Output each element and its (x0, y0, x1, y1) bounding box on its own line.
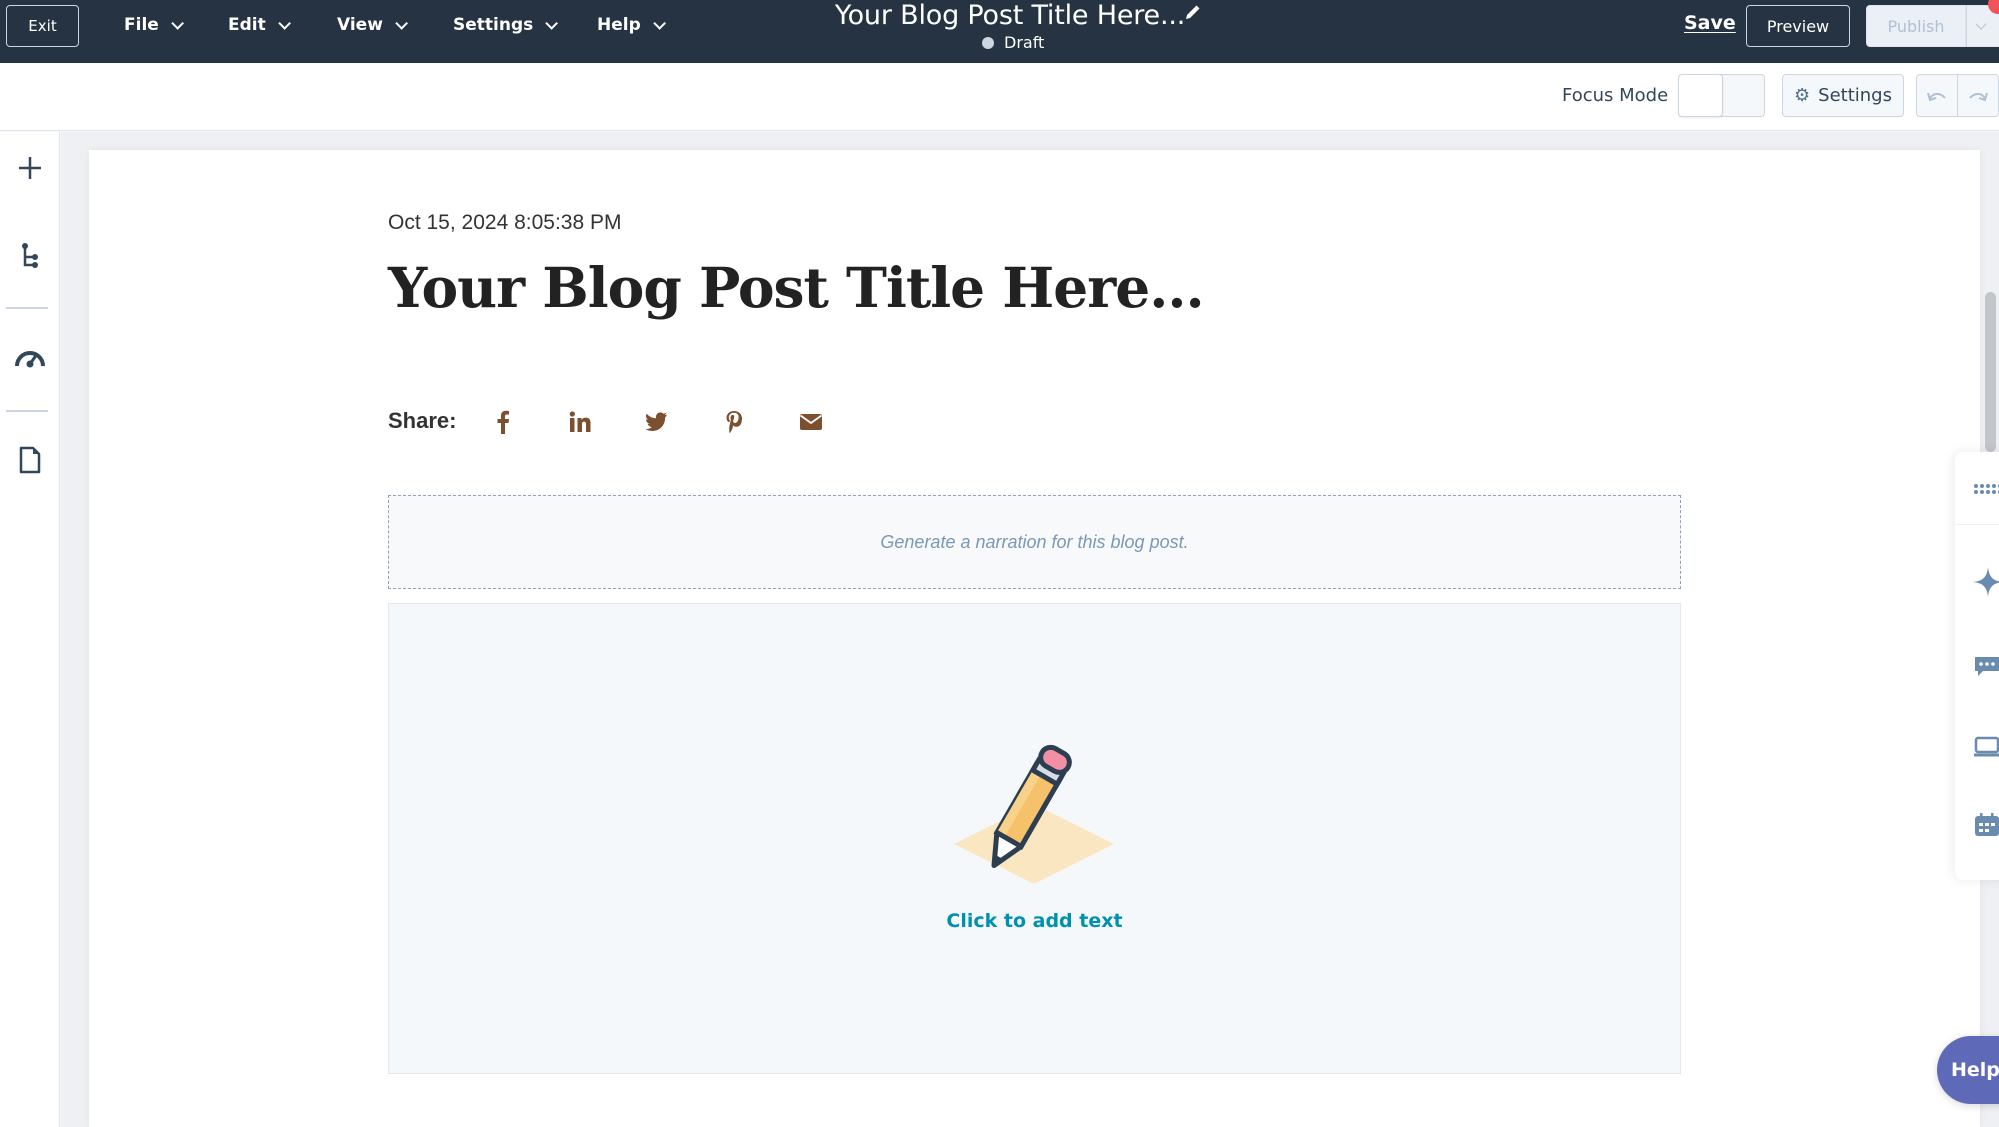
contents-tree-button[interactable] (10, 235, 50, 275)
tree-icon (22, 243, 38, 268)
plus-icon (19, 157, 41, 179)
doc-title[interactable]: Your Blog Post Title Here... (790, 0, 1230, 31)
menu-file-label: File (124, 15, 159, 35)
publish-button[interactable]: Publish (1866, 5, 1966, 47)
email-icon (799, 414, 823, 430)
add-button[interactable] (10, 148, 50, 188)
status-label: Draft (1004, 33, 1045, 52)
sparkle-icon (1973, 567, 1999, 597)
help-button[interactable]: Help (1937, 1036, 1999, 1104)
menu-help-label: Help (597, 15, 641, 35)
chevron-down-icon (278, 16, 291, 30)
narration-text: Generate a narration for this blog post. (880, 531, 1189, 552)
chevron-down-icon (171, 16, 184, 30)
left-sidebar (0, 132, 60, 1127)
settings-button[interactable]: ⚙ Settings (1782, 74, 1904, 117)
pencil-illustration-icon (954, 744, 1114, 884)
comments-button[interactable] (1973, 652, 1999, 682)
undo-icon (1927, 92, 1946, 101)
apps-icon (1974, 484, 1999, 494)
click-to-add-text-link[interactable]: Click to add text (389, 910, 1680, 932)
linkedin-icon (569, 411, 591, 432)
preview-button[interactable]: Preview (1746, 5, 1850, 47)
facebook-icon (497, 410, 509, 434)
status-indicator: Draft (982, 33, 1044, 52)
ai-assistant-button[interactable] (1973, 567, 1999, 597)
linkedin-share-button[interactable] (566, 408, 594, 436)
rail-divider (1955, 524, 1999, 525)
menu-edit-label: Edit (228, 15, 266, 35)
menu-settings-label: Settings (453, 15, 534, 35)
pages-button[interactable] (10, 440, 50, 480)
edit-title-pencil-icon[interactable] (1183, 4, 1201, 22)
facebook-share-button[interactable] (489, 408, 517, 436)
exit-button[interactable]: Exit (6, 5, 79, 47)
redo-icon (1969, 92, 1988, 101)
menu-view-label: View (337, 15, 383, 35)
apps-button[interactable] (1973, 474, 1999, 504)
twitter-icon (645, 412, 667, 431)
rich-text-placeholder[interactable]: Click to add text (388, 603, 1681, 1074)
chevron-down-icon (545, 16, 559, 30)
menu-view[interactable]: View (337, 0, 408, 50)
redo-button[interactable] (1957, 74, 1999, 117)
top-nav-bar: Exit File Edit View Settings Help Your B… (0, 0, 1999, 63)
right-rail-panel (1955, 452, 1999, 880)
editor-toolbar: Focus Mode ⚙ Settings (0, 63, 1999, 131)
menu-edit[interactable]: Edit (228, 0, 291, 50)
help-label: Help (1951, 1059, 1999, 1081)
vertical-scrollbar[interactable] (1985, 292, 1996, 452)
chevron-down-icon (653, 16, 666, 30)
pinterest-share-button[interactable] (720, 408, 748, 436)
focus-mode-label: Focus Mode (1562, 85, 1669, 106)
gear-icon: ⚙ (1794, 85, 1811, 106)
post-title[interactable]: Your Blog Post Title Here... (388, 255, 1205, 320)
email-share-button[interactable] (797, 408, 825, 436)
save-button[interactable]: Save (1684, 12, 1736, 34)
undo-button[interactable] (1916, 74, 1958, 117)
menu-settings[interactable]: Settings (453, 0, 559, 50)
chat-icon (1975, 657, 1999, 676)
status-dot (982, 36, 994, 49)
sidebar-divider (6, 410, 48, 412)
pinterest-icon (726, 411, 742, 433)
twitter-share-button[interactable] (642, 408, 670, 436)
focus-mode-toggle[interactable] (1678, 74, 1765, 117)
share-label: Share: (388, 408, 457, 433)
gauge-icon (15, 351, 45, 368)
chevron-down-icon (395, 16, 408, 30)
file-icon (19, 446, 41, 474)
laptop-icon (1974, 736, 1999, 757)
doc-title-wrap: Your Blog Post Title Here... (790, 0, 1230, 31)
generate-narration-block[interactable]: Generate a narration for this blog post. (388, 495, 1681, 589)
settings-label: Settings (1818, 85, 1892, 106)
schedule-button[interactable] (1973, 810, 1999, 840)
chevron-down-icon (1975, 18, 1987, 30)
sidebar-divider (6, 307, 48, 309)
menu-help[interactable]: Help (597, 0, 666, 50)
optimize-button[interactable] (10, 338, 50, 378)
menu-file[interactable]: File (124, 0, 184, 50)
calendar-icon (1975, 813, 1999, 836)
toggle-knob (1678, 74, 1723, 117)
preview-device-button[interactable] (1973, 732, 1999, 762)
post-date: Oct 15, 2024 8:05:38 PM (388, 211, 622, 234)
